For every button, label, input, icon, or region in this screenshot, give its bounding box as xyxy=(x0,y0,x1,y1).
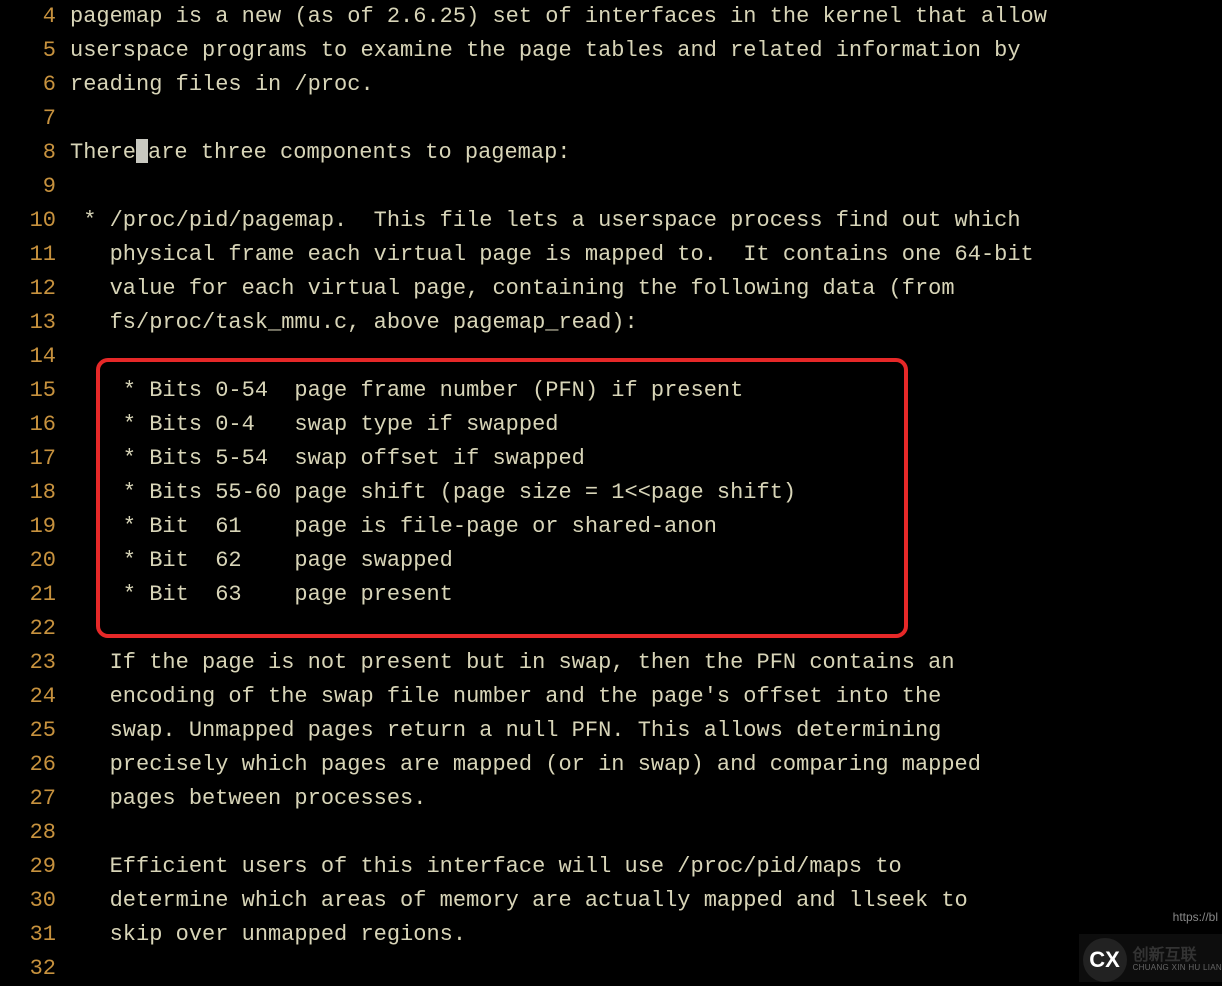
text-editor[interactable]: 4567891011121314151617181920212223242526… xyxy=(0,0,1222,986)
code-line[interactable] xyxy=(70,170,1047,204)
line-number: 4 xyxy=(0,0,56,34)
code-line[interactable] xyxy=(70,816,1047,850)
code-line[interactable]: precisely which pages are mapped (or in … xyxy=(70,748,1047,782)
code-line[interactable]: If the page is not present but in swap, … xyxy=(70,646,1047,680)
line-number: 30 xyxy=(0,884,56,918)
code-line[interactable]: determine which areas of memory are actu… xyxy=(70,884,1047,918)
watermark-url: https://bl xyxy=(1173,900,1222,934)
line-number: 15 xyxy=(0,374,56,408)
watermark: https://bl CX 创新互联 CHUANG XIN HU LIAN xyxy=(1079,900,1222,982)
line-number: 28 xyxy=(0,816,56,850)
line-number: 7 xyxy=(0,102,56,136)
code-line[interactable]: encoding of the swap file number and the… xyxy=(70,680,1047,714)
code-line[interactable] xyxy=(70,612,1047,646)
line-number: 12 xyxy=(0,272,56,306)
code-line[interactable]: * /proc/pid/pagemap. This file lets a us… xyxy=(70,204,1047,238)
code-line[interactable] xyxy=(70,340,1047,374)
code-line[interactable]: value for each virtual page, containing … xyxy=(70,272,1047,306)
line-number: 11 xyxy=(0,238,56,272)
code-line[interactable]: * Bits 0-4 swap type if swapped xyxy=(70,408,1047,442)
watermark-logo: CX 创新互联 CHUANG XIN HU LIAN xyxy=(1079,934,1222,982)
code-line[interactable]: * Bits 5-54 swap offset if swapped xyxy=(70,442,1047,476)
line-number: 16 xyxy=(0,408,56,442)
line-number: 21 xyxy=(0,578,56,612)
line-number: 26 xyxy=(0,748,56,782)
code-line[interactable]: userspace programs to examine the page t… xyxy=(70,34,1047,68)
watermark-cn-text: 创新互联 xyxy=(1133,947,1222,965)
code-line[interactable]: * Bit 62 page swapped xyxy=(70,544,1047,578)
line-number: 10 xyxy=(0,204,56,238)
code-line[interactable]: pages between processes. xyxy=(70,782,1047,816)
line-number: 29 xyxy=(0,850,56,884)
text-cursor xyxy=(136,139,148,163)
line-number: 18 xyxy=(0,476,56,510)
code-line[interactable]: * Bits 55-60 page shift (page size = 1<<… xyxy=(70,476,1047,510)
line-number: 14 xyxy=(0,340,56,374)
line-number: 25 xyxy=(0,714,56,748)
watermark-logo-icon: CX xyxy=(1083,938,1127,982)
line-number: 19 xyxy=(0,510,56,544)
code-line[interactable]: fs/proc/task_mmu.c, above pagemap_read): xyxy=(70,306,1047,340)
line-number: 22 xyxy=(0,612,56,646)
code-line[interactable]: swap. Unmapped pages return a null PFN. … xyxy=(70,714,1047,748)
line-number: 20 xyxy=(0,544,56,578)
line-number: 5 xyxy=(0,34,56,68)
line-number: 9 xyxy=(0,170,56,204)
code-line[interactable] xyxy=(70,102,1047,136)
line-number: 24 xyxy=(0,680,56,714)
code-line[interactable]: skip over unmapped regions. xyxy=(70,918,1047,952)
code-line[interactable]: * Bits 0-54 page frame number (PFN) if p… xyxy=(70,374,1047,408)
line-number: 32 xyxy=(0,952,56,986)
code-content[interactable]: pagemap is a new (as of 2.6.25) set of i… xyxy=(62,0,1047,986)
line-number-gutter: 4567891011121314151617181920212223242526… xyxy=(0,0,62,986)
line-number: 23 xyxy=(0,646,56,680)
code-line[interactable]: Efficient users of this interface will u… xyxy=(70,850,1047,884)
code-line[interactable]: * Bit 63 page present xyxy=(70,578,1047,612)
line-number: 31 xyxy=(0,918,56,952)
line-number: 17 xyxy=(0,442,56,476)
code-text: are three components to pagemap: xyxy=(148,140,570,165)
code-line[interactable]: pagemap is a new (as of 2.6.25) set of i… xyxy=(70,0,1047,34)
watermark-logo-text: 创新互联 CHUANG XIN HU LIAN xyxy=(1133,947,1222,973)
line-number: 27 xyxy=(0,782,56,816)
code-line[interactable]: * Bit 61 page is file-page or shared-ano… xyxy=(70,510,1047,544)
code-line[interactable]: reading files in /proc. xyxy=(70,68,1047,102)
code-text: There xyxy=(70,140,136,165)
line-number: 8 xyxy=(0,136,56,170)
line-number: 6 xyxy=(0,68,56,102)
code-line[interactable] xyxy=(70,952,1047,986)
code-line[interactable]: physical frame each virtual page is mapp… xyxy=(70,238,1047,272)
line-number: 13 xyxy=(0,306,56,340)
code-line[interactable]: There are three components to pagemap: xyxy=(70,136,1047,170)
watermark-en-text: CHUANG XIN HU LIAN xyxy=(1133,964,1222,973)
